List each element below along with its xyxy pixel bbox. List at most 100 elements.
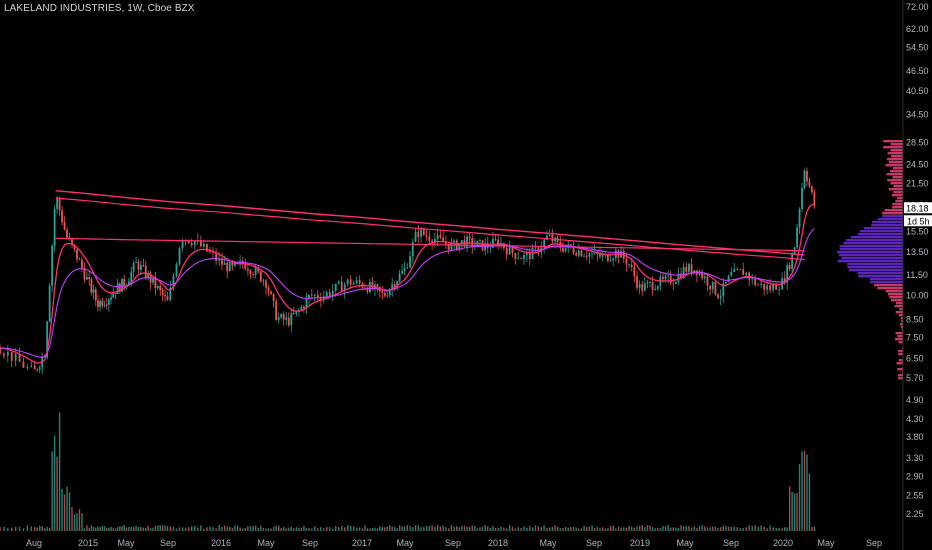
candle-body: [601, 254, 604, 257]
volume-bar: [670, 527, 672, 531]
volume-bar: [125, 527, 128, 531]
candle-body: [103, 304, 106, 306]
candle-body: [310, 294, 313, 296]
volume-bar: [406, 525, 408, 531]
candle-body: [352, 282, 355, 285]
volume-bar: [474, 526, 476, 531]
volume-bar: [0, 526, 1, 531]
volume-profile-bar: [889, 296, 903, 299]
volume-bar: [7, 528, 9, 531]
volume-bar: [317, 528, 319, 531]
volume-bar: [92, 526, 95, 531]
candle-body: [636, 276, 638, 288]
volume-bar: [649, 525, 651, 531]
volume-bar: [786, 527, 788, 531]
volume-bar: [556, 526, 559, 531]
volume-bar: [520, 527, 522, 531]
volume-bar: [727, 526, 730, 531]
volume-bar: [754, 525, 756, 531]
volume-bar: [664, 526, 667, 531]
volume-bar: [769, 525, 771, 531]
candle-body: [414, 231, 417, 242]
candle-body: [36, 369, 39, 371]
candle-body: [425, 234, 428, 237]
volume-bar: [18, 526, 21, 531]
volume-bar: [335, 525, 337, 531]
volume-bar: [206, 527, 208, 531]
candle-body: [685, 267, 688, 272]
volume-bar: [396, 528, 398, 531]
volume-bar: [355, 527, 358, 531]
volume-bar: [166, 525, 169, 531]
volume-bar: [76, 513, 78, 531]
volume-bar: [103, 526, 106, 531]
candle-body: [282, 314, 285, 320]
volume-bar: [439, 526, 442, 531]
volume-bar: [609, 525, 612, 531]
volume-bar: [549, 527, 551, 531]
volume-profile-bar: [845, 239, 903, 242]
candle-body: [583, 255, 586, 257]
candle-body: [422, 229, 425, 235]
volume-bar: [200, 525, 202, 531]
volume-bar: [358, 527, 361, 531]
candle-body: [520, 258, 523, 260]
volume-bar: [63, 494, 66, 531]
volume-bar: [181, 527, 184, 531]
volume-profile-bar: [890, 182, 903, 185]
volume-bar: [88, 527, 90, 531]
volume-profile-bar: [883, 140, 903, 143]
candle-body: [277, 317, 280, 320]
volume-bar: [338, 526, 340, 531]
candle-body: [130, 271, 133, 282]
candle-body: [505, 247, 508, 255]
price-axis-tick-label: 4.30: [906, 414, 924, 424]
volume-profile-bar: [885, 164, 903, 167]
time-axis-tick-label: Sep: [160, 538, 176, 548]
volume-profile-bar: [894, 305, 903, 308]
price-chart[interactable]: 72.00 62.00 54.50 46.50 40.50 34.50 28.50 24.50…: [0, 0, 932, 550]
volume-profile-bar: [850, 236, 903, 239]
volume-bar: [164, 525, 166, 531]
volume-bar: [719, 527, 722, 531]
candle-body: [90, 279, 93, 293]
volume-bar: [623, 527, 625, 531]
volume-bar: [305, 528, 308, 531]
candle-body: [287, 317, 290, 326]
volume-bar: [48, 527, 51, 531]
volume-bar: [803, 450, 806, 531]
candle-body: [215, 252, 217, 261]
volume-bar: [456, 526, 458, 531]
volume-bar: [680, 525, 682, 531]
candle-body: [703, 276, 706, 279]
volume-bar: [709, 527, 711, 531]
candle-body: [88, 276, 91, 280]
volume-bar: [272, 526, 275, 531]
volume-bar: [704, 526, 706, 531]
candle-body: [654, 288, 657, 290]
volume-bar: [223, 525, 226, 531]
volume-bar: [458, 527, 460, 531]
volume-profile-bar: [892, 206, 903, 209]
price-axis-tick-label: 3.30: [906, 453, 924, 463]
candle-body: [612, 258, 615, 261]
volume-bar: [401, 526, 403, 531]
candle-body: [358, 280, 361, 284]
volume-bar: [78, 509, 81, 531]
volume-bar: [267, 528, 270, 531]
candle-body: [81, 259, 83, 269]
volume-profile-bar: [847, 263, 903, 266]
volume-bar: [344, 527, 346, 531]
candle-body: [53, 208, 56, 246]
volume-bar: [638, 525, 641, 531]
volume-bar: [615, 528, 617, 531]
candle-body: [381, 291, 384, 293]
candle-body: [135, 261, 137, 263]
volume-bar: [172, 526, 175, 531]
volume-bar: [730, 526, 732, 531]
volume-bar: [275, 525, 277, 531]
candle-body: [436, 234, 439, 240]
volume-bar: [145, 527, 147, 531]
volume-bar: [559, 528, 562, 531]
volume-profile-bar: [888, 161, 903, 164]
